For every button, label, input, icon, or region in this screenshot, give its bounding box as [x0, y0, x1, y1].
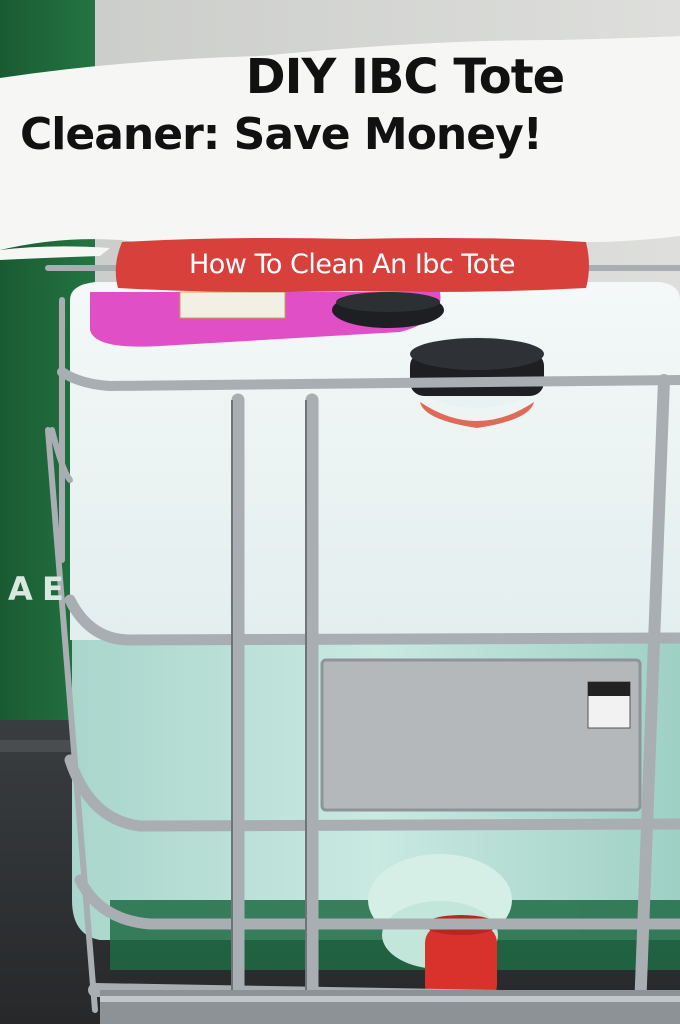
title-line-1: DIY IBC Tote: [245, 49, 565, 105]
page-title: DIY IBC Tote Cleaner: Save Money!: [0, 48, 680, 164]
pin-image: A E DIY IBC Tote Cleaner: Save Money! Ho…: [0, 0, 680, 1024]
sign-letter: A: [8, 570, 33, 608]
sign-letter: E: [42, 570, 64, 608]
title-line-2: Cleaner: Save Money!: [20, 109, 543, 160]
subtitle: How To Clean An Ibc Tote: [188, 249, 516, 280]
